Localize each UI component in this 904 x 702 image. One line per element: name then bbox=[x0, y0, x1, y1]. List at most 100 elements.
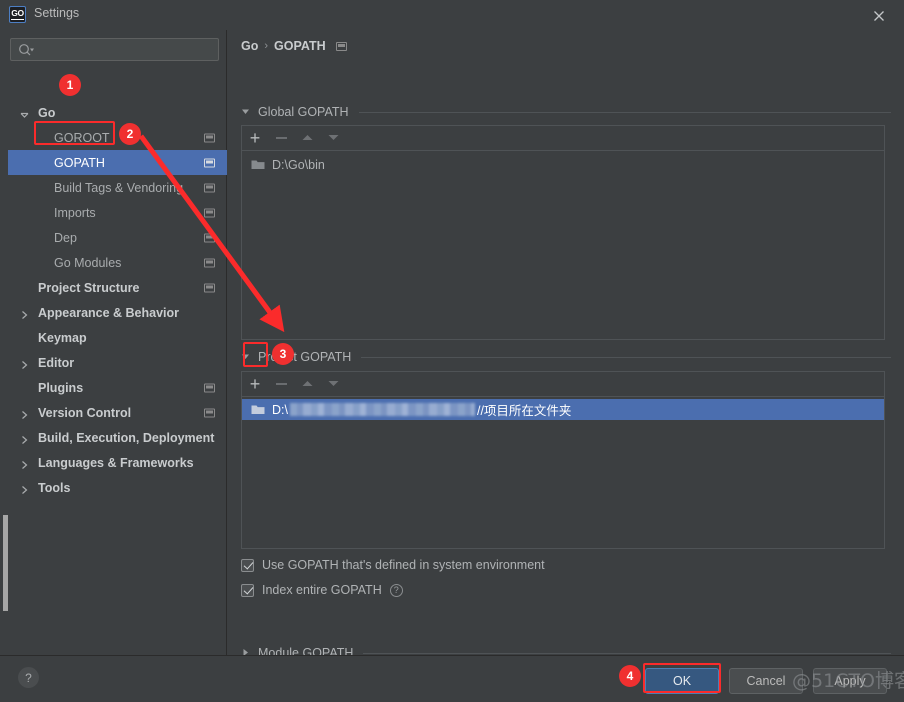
global-gopath-toolbar: + bbox=[242, 126, 884, 151]
module-config-icon[interactable] bbox=[204, 258, 215, 267]
sidebar-item-appearance-behavior[interactable]: Appearance & Behavior bbox=[8, 300, 227, 325]
use-system-gopath-checkbox-row[interactable]: Use GOPATH that's defined in system envi… bbox=[241, 558, 545, 572]
chevron-down-icon bbox=[241, 105, 250, 119]
apply-button[interactable]: Apply bbox=[813, 668, 887, 694]
sidebar-item-label: Tools bbox=[38, 480, 71, 495]
breadcrumb-root[interactable]: Go bbox=[241, 39, 258, 53]
index-entire-gopath-checkbox-row[interactable]: Index entire GOPATH ? bbox=[241, 583, 403, 597]
sidebar-item-label: Dep bbox=[54, 230, 77, 245]
project-gopath-toolbar: + bbox=[242, 372, 884, 397]
use-system-gopath-checkbox[interactable] bbox=[241, 558, 254, 572]
sidebar-item-go[interactable]: Go bbox=[8, 100, 227, 125]
module-config-icon[interactable] bbox=[204, 183, 215, 192]
module-config-icon[interactable] bbox=[204, 408, 215, 417]
sidebar-item-dep[interactable]: Dep bbox=[8, 225, 227, 250]
section-rule bbox=[361, 356, 891, 358]
up-arrow-icon bbox=[301, 129, 314, 147]
chevron-right-icon[interactable] bbox=[20, 408, 29, 419]
minus-icon bbox=[275, 137, 287, 139]
project-gopath-remove-button[interactable] bbox=[268, 372, 294, 397]
title-bar: GO Settings bbox=[0, 0, 904, 30]
sidebar-item-label: Imports bbox=[54, 205, 96, 220]
project-gopath-move-down-button[interactable] bbox=[320, 372, 346, 397]
sidebar-item-build-tags-vendoring[interactable]: Build Tags & Vendoring bbox=[8, 175, 227, 200]
plus-icon: + bbox=[249, 374, 261, 394]
sidebar-item-gopath[interactable]: GOPATH bbox=[8, 150, 227, 175]
global-gopath-move-down-button[interactable] bbox=[320, 126, 346, 151]
project-gopath-row-comment: //项目所在文件夹 bbox=[476, 404, 572, 418]
close-icon[interactable] bbox=[870, 7, 888, 25]
chevron-right-icon[interactable] bbox=[20, 433, 29, 444]
search-input[interactable] bbox=[39, 41, 214, 60]
cancel-button[interactable]: Cancel bbox=[729, 668, 803, 694]
up-arrow-icon bbox=[301, 375, 314, 393]
sidebar-item-go-modules[interactable]: Go Modules bbox=[8, 250, 227, 275]
project-gopath-add-button[interactable]: + bbox=[242, 372, 268, 397]
settings-sidebar: Go GOROOT GOPATH Build Tags & Vendoring Impo… bbox=[0, 30, 227, 655]
global-gopath-section-header[interactable]: Global GOPATH bbox=[241, 105, 891, 119]
sidebar-item-label: Version Control bbox=[38, 405, 132, 420]
goland-logo-text: GO bbox=[11, 8, 24, 20]
project-gopath-move-up-button[interactable] bbox=[294, 372, 320, 397]
breadcrumb-config-icon[interactable] bbox=[335, 41, 347, 51]
gopath-settings-panel: Go › GOPATH Global GOPATH + D:\Go\bin Pr… bbox=[228, 30, 904, 660]
down-arrow-icon bbox=[327, 375, 340, 393]
sidebar-item-label: Keymap bbox=[38, 330, 87, 345]
module-config-icon[interactable] bbox=[204, 158, 215, 167]
module-config-icon[interactable] bbox=[204, 233, 215, 242]
module-config-icon[interactable] bbox=[204, 283, 215, 292]
global-gopath-row-path: D:\Go\bin bbox=[272, 157, 325, 172]
chevron-right-icon[interactable] bbox=[20, 358, 29, 369]
sidebar-item-project-structure[interactable]: Project Structure bbox=[8, 275, 227, 300]
global-gopath-move-up-button[interactable] bbox=[294, 126, 320, 151]
sidebar-item-keymap[interactable]: Keymap bbox=[8, 325, 227, 350]
breadcrumb-separator: › bbox=[264, 40, 269, 52]
project-gopath-row-prefix: D:\ bbox=[272, 402, 288, 417]
search-box[interactable] bbox=[10, 38, 219, 61]
index-entire-gopath-checkbox[interactable] bbox=[241, 583, 254, 597]
global-gopath-list-panel: + D:\Go\bin bbox=[241, 125, 885, 340]
sidebar-item-build-execution-deployment[interactable]: Build, Execution, Deployment bbox=[8, 425, 227, 450]
sidebar-item-plugins[interactable]: Plugins bbox=[8, 375, 227, 400]
sidebar-item-label: Plugins bbox=[38, 380, 84, 395]
project-gopath-row[interactable]: D:\ //项目所在文件夹 bbox=[242, 399, 884, 420]
sidebar-item-version-control[interactable]: Version Control bbox=[8, 400, 227, 425]
breadcrumb-current: GOPATH bbox=[274, 39, 326, 53]
folder-icon bbox=[251, 404, 265, 415]
help-button[interactable]: ? bbox=[18, 667, 39, 688]
sidebar-item-label: GOPATH bbox=[54, 155, 105, 170]
sidebar-item-label: Go bbox=[38, 105, 56, 120]
sidebar-item-label: Build Tags & Vendoring bbox=[54, 180, 184, 195]
goland-logo-icon: GO bbox=[9, 6, 26, 23]
module-config-icon[interactable] bbox=[204, 208, 215, 217]
module-config-icon[interactable] bbox=[204, 133, 215, 142]
chevron-right-icon[interactable] bbox=[20, 458, 29, 469]
use-system-gopath-label: Use GOPATH that's defined in system envi… bbox=[262, 558, 545, 572]
project-gopath-title: Project GOPATH bbox=[258, 350, 352, 364]
sidebar-item-label: Project Structure bbox=[38, 280, 140, 295]
sidebar-item-languages-frameworks[interactable]: Languages & Frameworks bbox=[8, 450, 227, 475]
project-gopath-section-header[interactable]: Project GOPATH bbox=[241, 350, 891, 364]
chevron-down-icon[interactable] bbox=[20, 108, 29, 118]
ok-button[interactable]: OK bbox=[645, 668, 719, 694]
global-gopath-row[interactable]: D:\Go\bin bbox=[242, 154, 884, 175]
breadcrumb: Go › GOPATH bbox=[241, 39, 347, 53]
sidebar-item-imports[interactable]: Imports bbox=[8, 200, 227, 225]
help-icon[interactable]: ? bbox=[389, 583, 403, 597]
global-gopath-add-button[interactable]: + bbox=[242, 126, 268, 151]
search-icon bbox=[18, 43, 34, 63]
folder-icon bbox=[251, 159, 265, 170]
sidebar-item-label: GOROOT bbox=[54, 130, 110, 145]
module-config-icon[interactable] bbox=[204, 383, 215, 392]
sidebar-item-label: Appearance & Behavior bbox=[38, 305, 180, 320]
sidebar-scrollbar-thumb[interactable] bbox=[3, 515, 8, 611]
sidebar-item-tools[interactable]: Tools bbox=[8, 475, 227, 500]
global-gopath-remove-button[interactable] bbox=[268, 126, 294, 151]
section-rule bbox=[358, 111, 891, 113]
chevron-right-icon[interactable] bbox=[20, 308, 29, 319]
chevron-right-icon[interactable] bbox=[20, 483, 29, 494]
sidebar-item-editor[interactable]: Editor bbox=[8, 350, 227, 375]
sidebar-item-goroot[interactable]: GOROOT bbox=[8, 125, 227, 150]
sidebar-item-label: Editor bbox=[38, 355, 75, 370]
window-title: Settings bbox=[34, 6, 80, 20]
